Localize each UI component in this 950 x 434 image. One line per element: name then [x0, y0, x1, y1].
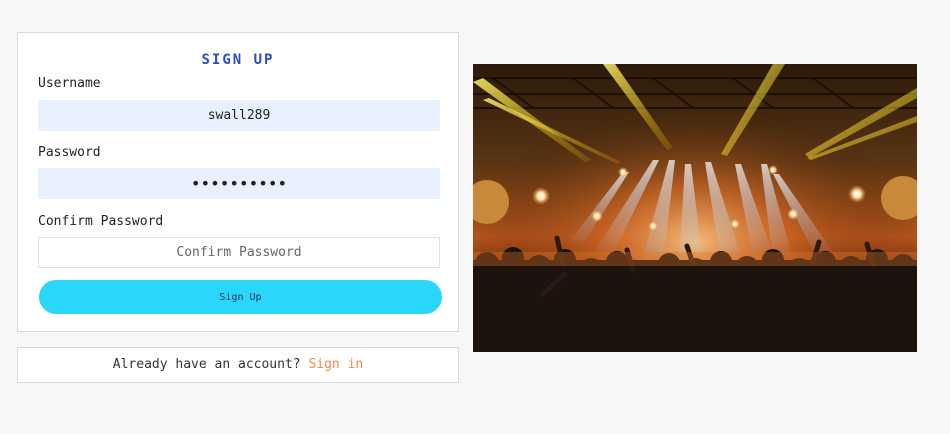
crowd-rim-light [473, 252, 917, 266]
password-input[interactable] [38, 168, 440, 199]
signin-prompt: Already have an account? [112, 357, 301, 372]
password-label: Password [38, 145, 101, 160]
confirm-password-label: Confirm Password [38, 214, 164, 229]
signin-card: Already have an account? Sign in [17, 347, 459, 383]
confirm-password-input[interactable] [38, 237, 440, 268]
signup-button[interactable]: Sign Up [39, 280, 442, 314]
signup-card: SIGN UP Username Password Confirm Passwo… [17, 32, 459, 332]
username-label: Username [38, 76, 101, 91]
username-input[interactable] [38, 100, 440, 131]
signup-title: SIGN UP [201, 52, 275, 68]
concert-photo [473, 64, 917, 352]
signin-link[interactable]: Sign in [308, 357, 363, 372]
